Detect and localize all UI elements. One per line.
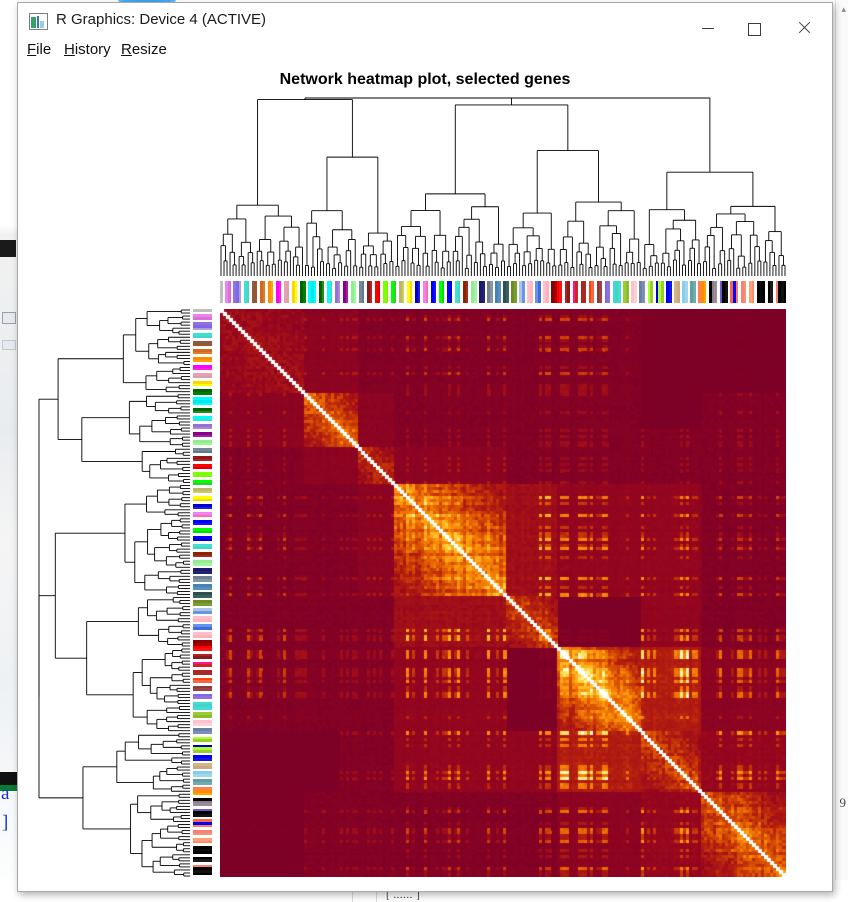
r-graphics-device-icon [29,13,48,30]
close-button[interactable] [781,3,827,35]
r-graphics-window: R Graphics: Device 4 (ACTIVE) File Histo… [17,2,833,892]
minimize-button[interactable] [685,3,731,35]
background-glyph-a: a [1,783,10,804]
menu-history-rest: istory [74,41,111,58]
menu-history-accel: H [64,41,75,58]
module-color-cell [193,872,212,876]
left-module-color-bar [193,309,212,877]
background-glyph-9: 9 [839,795,847,810]
top-module-color-bar [220,281,787,303]
left-dendrogram-svg [38,309,190,877]
top-dendrogram-svg [220,97,786,276]
menu-file-accel: F [27,41,37,58]
window-title: R Graphics: Device 4 (ACTIVE) [56,11,267,28]
background-glyph-bracket: ] [2,812,9,833]
r-plot-canvas: Network heatmap plot, selected genes [19,65,831,889]
tom-heatmap-matrix [220,309,786,877]
menu-item-resize[interactable]: Resize [121,41,167,58]
background-black-block-upper [0,240,16,257]
left-dendrogram [37,309,192,877]
background-small-icon [2,340,16,350]
heatmap-canvas [220,309,786,877]
top-dendrogram [220,96,786,278]
background-scrollbar[interactable]: ▴ [835,0,848,902]
menu-item-history[interactable]: History [64,41,111,58]
menu-resize-accel: R [121,41,132,58]
background-window-icon [2,312,16,324]
menu-item-file[interactable]: File [27,41,51,58]
page-title: Network heatmap plot, selected genes [279,71,571,88]
module-color-cell [783,281,787,303]
scrollbar-up-arrow[interactable]: ▴ [841,4,846,15]
window-menubar: File History Resize [18,39,832,64]
menu-file-rest: ile [36,41,52,58]
maximize-button[interactable] [731,3,777,36]
menu-resize-rest: esize [131,41,167,58]
window-titlebar[interactable]: R Graphics: Device 4 (ACTIVE) [18,3,832,39]
